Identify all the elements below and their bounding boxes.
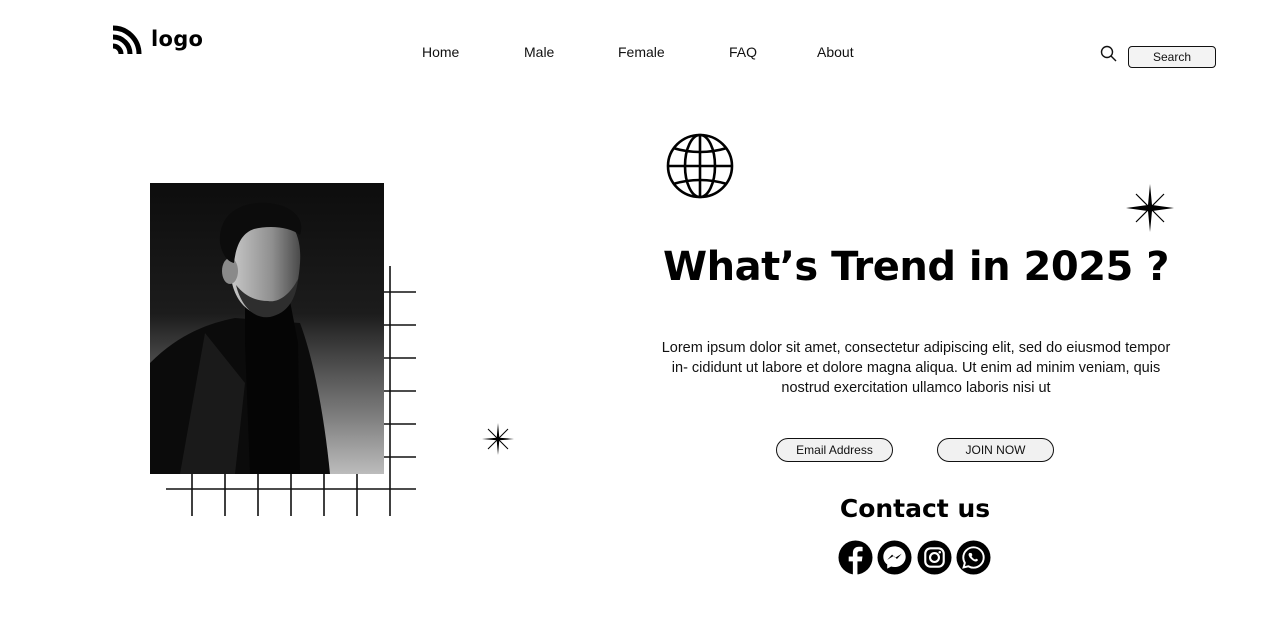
nav-male[interactable]: Male [524, 44, 554, 60]
nav-female[interactable]: Female [618, 44, 665, 60]
search-icon[interactable] [1100, 45, 1117, 62]
logo[interactable]: logo [111, 24, 203, 54]
man-portrait [150, 183, 384, 474]
hero-description: Lorem ipsum dolor sit amet, consectetur … [661, 340, 1171, 396]
email-address-button[interactable]: Email Address [776, 438, 893, 462]
hero-headline: What’s Trend in 2025 ? [663, 244, 1170, 290]
logo-icon [112, 25, 142, 54]
sparkle-icon [1126, 184, 1174, 232]
logo-text: logo [151, 27, 204, 51]
sparkle-small-icon [482, 423, 514, 455]
search-button[interactable]: Search [1128, 46, 1216, 68]
globe-icon [666, 133, 734, 199]
whatsapp-icon[interactable] [956, 540, 991, 575]
nav-faq[interactable]: FAQ [729, 44, 757, 60]
hero-photo [150, 183, 384, 474]
join-now-button[interactable]: JOIN NOW [937, 438, 1054, 462]
contact-title: Contact us [839, 494, 991, 523]
messenger-icon[interactable] [877, 540, 912, 575]
instagram-icon[interactable] [917, 540, 952, 575]
facebook-icon[interactable] [838, 540, 873, 575]
nav-about[interactable]: About [817, 44, 854, 60]
nav-home[interactable]: Home [422, 44, 459, 60]
